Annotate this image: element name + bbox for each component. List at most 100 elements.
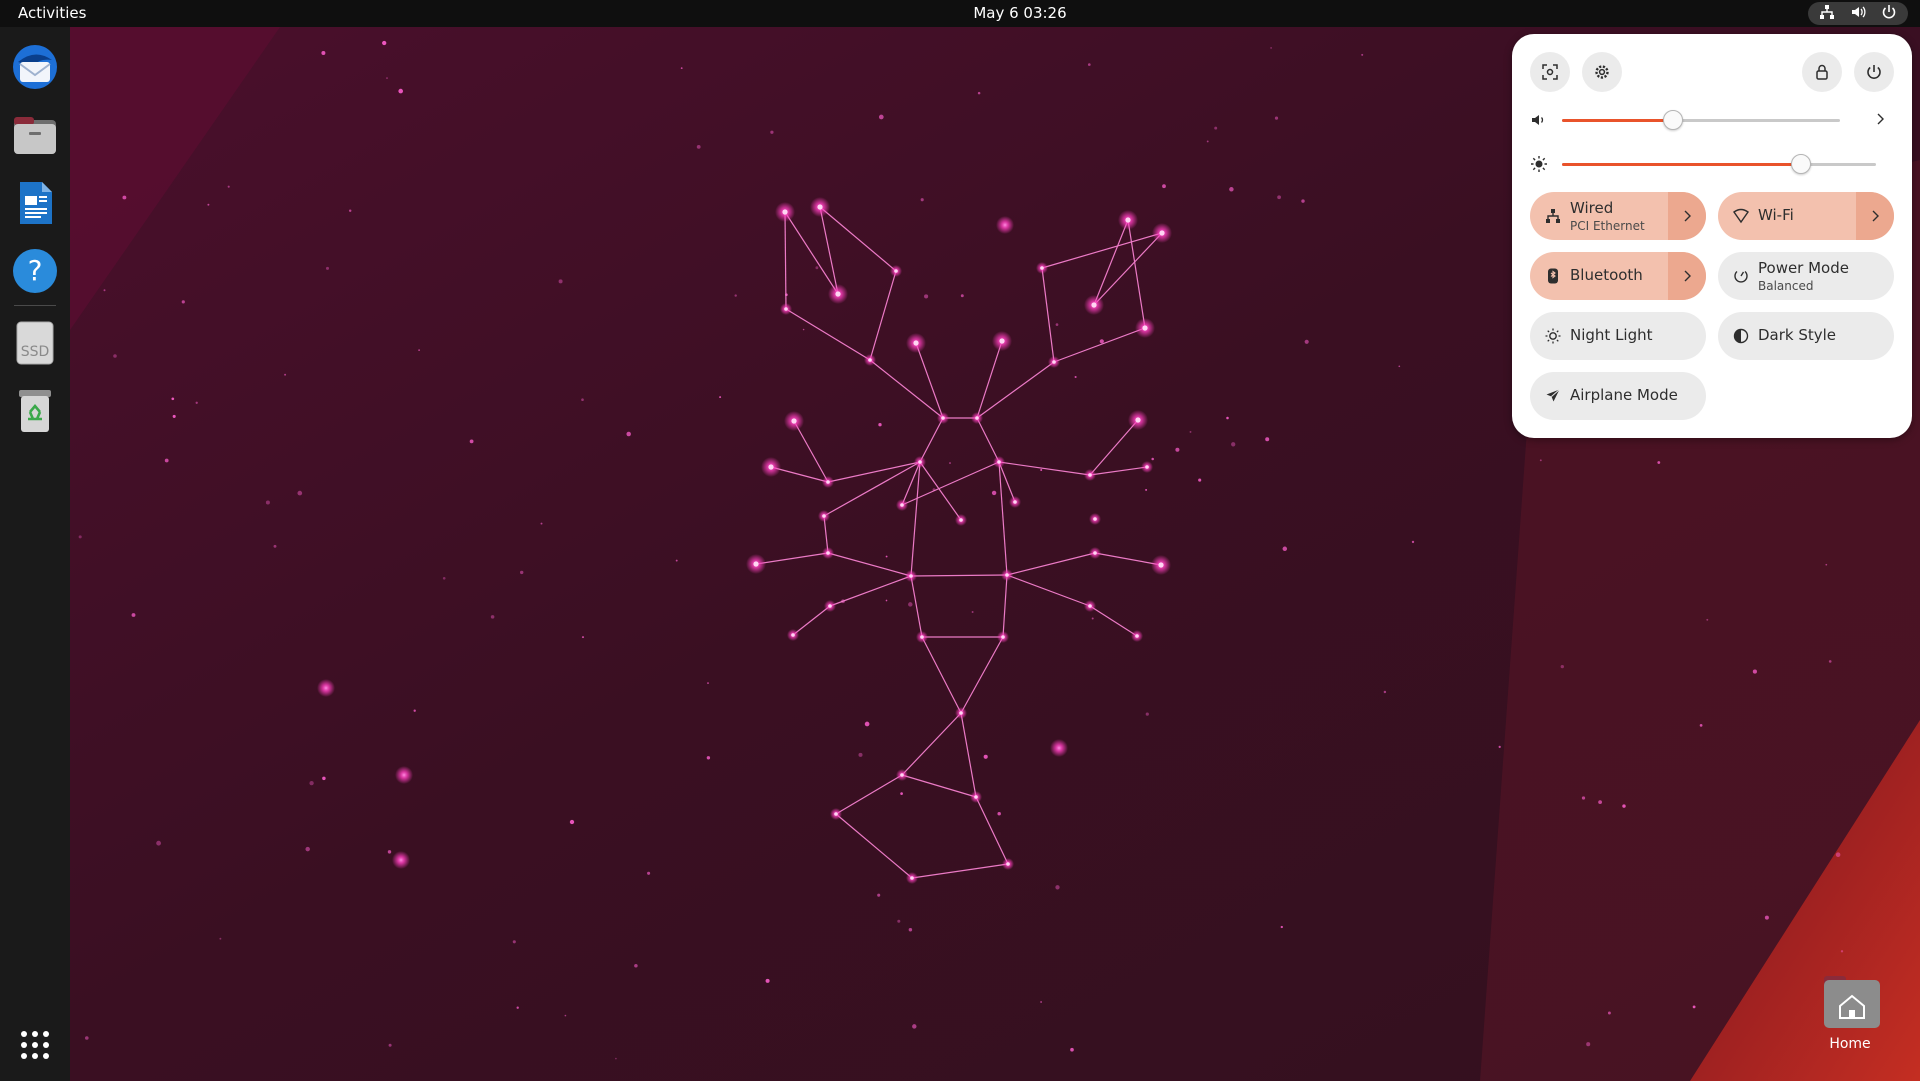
star	[1398, 365, 1401, 368]
constellation-star-core	[768, 464, 774, 470]
constellation-star-core	[868, 358, 872, 362]
constellation-star-core	[1013, 500, 1017, 504]
dock-item-thunderbird[interactable]	[7, 39, 63, 95]
dock-item-libreoffice-writer[interactable]	[7, 175, 63, 231]
power-mode-icon	[1734, 270, 1748, 283]
tile-wifi[interactable]: Wi-Fi	[1718, 192, 1894, 240]
star	[321, 51, 326, 55]
constellation-star-core	[894, 269, 898, 273]
star	[317, 679, 335, 697]
star	[1825, 563, 1828, 566]
star	[1229, 187, 1234, 192]
star	[924, 294, 929, 299]
star	[949, 462, 951, 464]
constellation-star-core	[791, 633, 795, 637]
tile-airplane-mode-title: Airplane Mode	[1570, 386, 1678, 404]
constellation-star-core	[1093, 517, 1097, 521]
star	[707, 682, 709, 685]
power-off-button[interactable]	[1854, 52, 1894, 92]
star	[181, 300, 185, 304]
brightness-slider-knob[interactable]	[1790, 154, 1811, 174]
show-apps-button[interactable]	[7, 1017, 63, 1073]
constellation-star-core	[1091, 302, 1097, 308]
volume-slider-knob[interactable]	[1663, 110, 1684, 130]
tile-wifi-menu-button[interactable]	[1856, 192, 1894, 240]
constellation-star-core	[1005, 573, 1009, 577]
star	[1198, 478, 1202, 482]
star	[1411, 540, 1415, 544]
tile-night-light[interactable]: Night Light	[1530, 312, 1706, 360]
star	[802, 328, 805, 331]
star	[490, 615, 495, 619]
dock-item-ssd-drive[interactable]: SSD	[7, 315, 63, 371]
star	[971, 611, 974, 613]
volume-output-menu-button[interactable]	[1870, 109, 1890, 129]
star	[1091, 617, 1094, 620]
chevron-right-icon	[1877, 113, 1884, 125]
night-light-icon	[1545, 328, 1561, 344]
star	[1586, 1042, 1591, 1047]
chevron-right-icon	[1684, 210, 1691, 222]
desktop-home-folder[interactable]: Home	[1810, 970, 1890, 1060]
tile-night-light-title: Night Light	[1570, 326, 1653, 344]
tile-dark-style[interactable]: Dark Style	[1718, 312, 1894, 360]
network-wired-icon	[1819, 4, 1835, 24]
star	[885, 555, 888, 558]
activities-button[interactable]: Activities	[8, 2, 96, 25]
star	[1277, 195, 1281, 200]
star	[78, 535, 82, 539]
tile-airplane-mode[interactable]: Airplane Mode	[1530, 372, 1706, 420]
brightness-slider[interactable]	[1562, 154, 1876, 174]
brightness-row	[1530, 149, 1894, 179]
dock-separator	[14, 305, 56, 306]
bluetooth-icon	[1548, 268, 1558, 284]
lock-button[interactable]	[1802, 52, 1842, 92]
star	[647, 871, 651, 875]
volume-icon	[1850, 4, 1866, 24]
tile-wired-menu-button[interactable]	[1668, 192, 1706, 240]
system-tray[interactable]	[1808, 2, 1908, 25]
settings-button[interactable]	[1582, 52, 1622, 92]
constellation-star-core	[1052, 360, 1056, 364]
tile-bluetooth[interactable]: Bluetooth	[1530, 252, 1706, 300]
star	[1699, 724, 1703, 727]
constellation-star-core	[1125, 217, 1131, 223]
constellation-star-core	[999, 338, 1005, 344]
star	[1214, 126, 1218, 130]
wifi-icon	[1733, 208, 1749, 224]
constellation-star-core	[920, 635, 924, 639]
star	[1539, 459, 1542, 462]
star	[912, 1024, 917, 1029]
dock-item-trash[interactable]	[7, 383, 63, 439]
power-icon	[1881, 4, 1897, 24]
star	[858, 752, 863, 757]
tile-wired[interactable]: Wired PCI Ethernet	[1530, 192, 1706, 240]
star	[309, 780, 314, 786]
star	[85, 1036, 89, 1040]
tile-bluetooth-menu-button[interactable]	[1668, 252, 1706, 300]
constellation-star-core	[1001, 635, 1005, 639]
star	[297, 490, 303, 496]
dock-item-files[interactable]	[7, 107, 63, 163]
star	[1050, 739, 1068, 757]
constellation-star-core	[1159, 230, 1165, 236]
tile-power-mode-title: Power Mode	[1758, 259, 1849, 277]
constellation-star-core	[959, 711, 963, 715]
quick-settings-panel: Wired PCI Ethernet Wi-Fi Bluetooth Power…	[1512, 34, 1912, 438]
screenshot-button[interactable]	[1530, 52, 1570, 92]
star	[680, 67, 683, 69]
constellation-star-core	[997, 460, 1001, 464]
star	[219, 937, 222, 940]
star	[113, 354, 117, 358]
star	[1145, 488, 1148, 491]
volume-slider[interactable]	[1562, 110, 1840, 130]
constellation-star-core	[1093, 551, 1097, 555]
tile-power-mode[interactable]: Power Mode Balanced	[1718, 252, 1894, 300]
star	[1835, 852, 1841, 857]
star	[284, 373, 287, 376]
clock[interactable]: May 6 03:26	[940, 2, 1100, 25]
constellation-star-core	[1088, 604, 1092, 608]
dock-item-help[interactable]: ?	[7, 243, 63, 299]
star	[734, 294, 737, 297]
star	[1301, 199, 1305, 203]
